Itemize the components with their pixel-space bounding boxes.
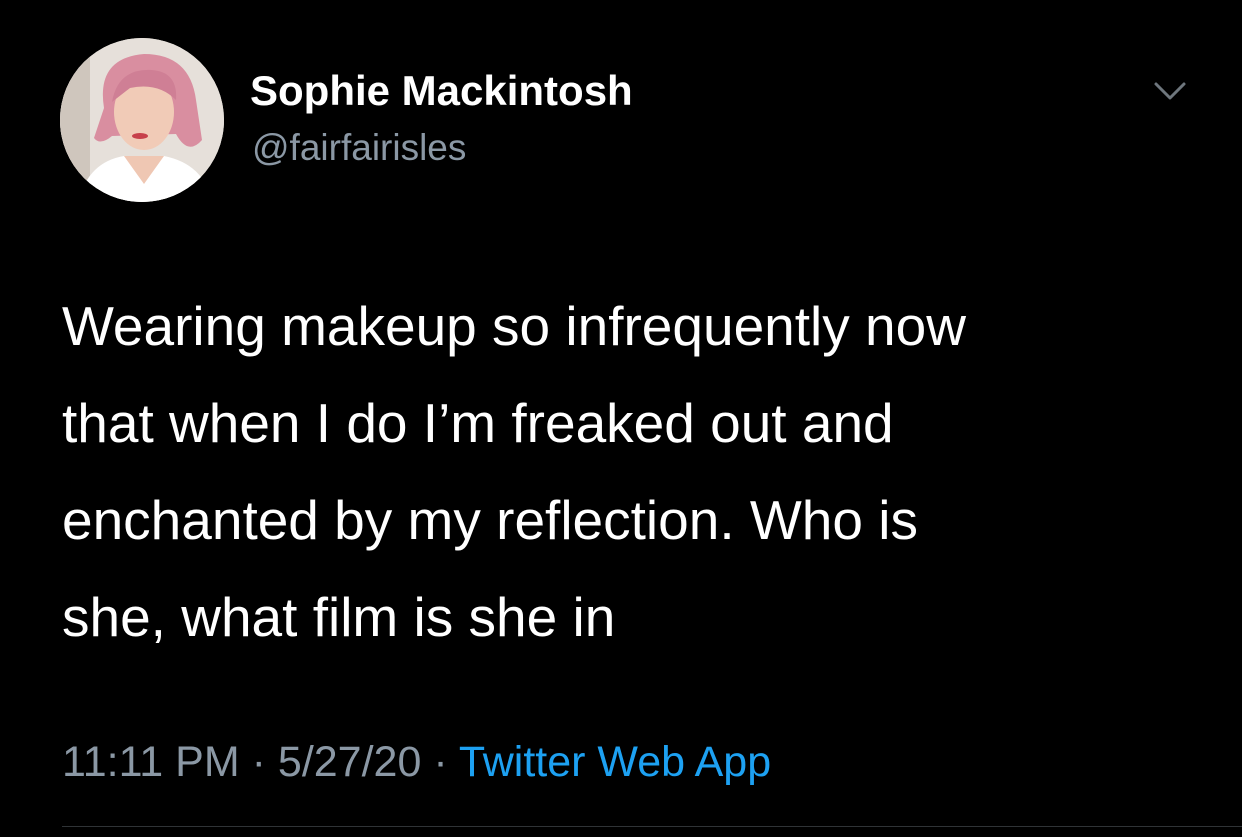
separator-dot: · — [251, 738, 266, 786]
tweet-time[interactable]: 11:11 PM — [62, 738, 240, 786]
tweet-date[interactable]: 5/27/20 — [278, 738, 421, 786]
author-handle[interactable]: @fairfairisles — [252, 125, 466, 171]
tweet-card: Sophie Mackintosh @fairfairisles Wearing… — [0, 0, 1242, 837]
avatar[interactable] — [60, 38, 224, 202]
tweet-metadata: 11:11 PM · 5/27/20 · Twitter Web App — [62, 734, 771, 790]
divider — [62, 826, 1242, 827]
tweet-source-link[interactable]: Twitter Web App — [459, 738, 771, 786]
author-display-name[interactable]: Sophie Mackintosh — [250, 66, 633, 116]
separator-dot: · — [433, 738, 448, 786]
tweet-text: Wearing makeup so infrequently now that … — [62, 295, 966, 648]
chevron-down-icon[interactable] — [1146, 72, 1194, 108]
profile-photo-icon — [60, 38, 224, 202]
